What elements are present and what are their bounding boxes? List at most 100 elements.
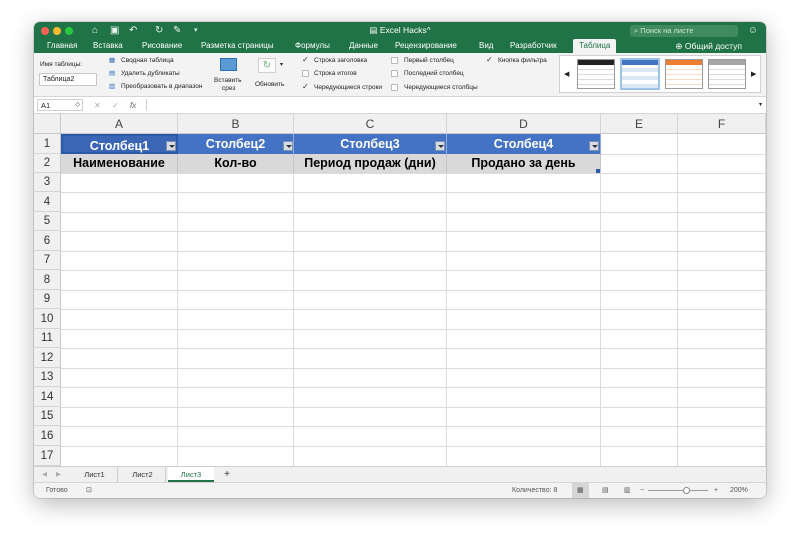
row-header-12[interactable]: 12 xyxy=(34,348,61,368)
tab-developer[interactable]: Разработчик xyxy=(510,39,557,53)
sheet-next-icon[interactable]: ▶ xyxy=(56,470,61,479)
row-header-15[interactable]: 15 xyxy=(34,407,61,426)
cell-c2[interactable]: Период продаж (дни) xyxy=(294,154,447,173)
table-resize-handle[interactable] xyxy=(596,169,600,173)
first-column-checkbox[interactable] xyxy=(391,57,398,64)
banded-columns-option[interactable]: Чередующиеся столбцы xyxy=(404,83,478,92)
cell-d2[interactable]: Продано за день xyxy=(447,154,601,173)
row-header-9[interactable]: 9 xyxy=(34,290,61,309)
table-name-input[interactable]: Таблица2 xyxy=(39,73,97,86)
status-count: Количество: 8 xyxy=(512,487,558,494)
row-header-10[interactable]: 10 xyxy=(34,309,61,329)
row-header-13[interactable]: 13 xyxy=(34,368,61,387)
first-column-option[interactable]: Первый столбец xyxy=(404,56,454,65)
row-header-8[interactable]: 8 xyxy=(34,270,61,290)
banded-rows-option[interactable]: Чередующиеся строки xyxy=(314,83,382,92)
row-header-11[interactable]: 11 xyxy=(34,329,61,348)
cell-a1-header[interactable]: Столбец1 xyxy=(61,134,178,154)
table-style-orange[interactable] xyxy=(665,59,703,89)
column-header-a[interactable]: A xyxy=(61,114,178,134)
banded-columns-checkbox[interactable] xyxy=(391,84,398,91)
filter-dropdown-b-icon[interactable] xyxy=(283,141,293,151)
sheet-tab-1[interactable]: Лист1 xyxy=(72,467,118,482)
share-button[interactable]: ⊕ Общий доступ xyxy=(675,39,742,53)
refresh-dropdown-icon[interactable]: ▾ xyxy=(280,61,283,70)
filter-button-option[interactable]: Кнопка фильтра xyxy=(498,56,547,65)
sheet-prev-icon[interactable]: ◀ xyxy=(42,470,47,479)
macro-recording-icon[interactable]: ⊡ xyxy=(86,483,92,498)
name-box-dropdown-icon[interactable]: ◇ xyxy=(75,100,80,111)
zoom-level[interactable]: 200% xyxy=(730,483,748,498)
column-header-d[interactable]: D xyxy=(447,114,601,134)
cell-b1-header[interactable]: Столбец2 xyxy=(178,134,294,154)
row-header-16[interactable]: 16 xyxy=(34,426,61,446)
filter-dropdown-d-icon[interactable] xyxy=(589,141,599,151)
cell-a2[interactable]: Наименование xyxy=(61,154,178,173)
tab-data[interactable]: Данные xyxy=(349,39,378,53)
filter-dropdown-a-icon[interactable] xyxy=(166,141,176,151)
cell-b2[interactable]: Кол-во xyxy=(178,154,294,173)
row-header-14[interactable]: 14 xyxy=(34,387,61,407)
gallery-prev-icon[interactable]: ◀ xyxy=(564,70,569,79)
confirm-icon[interactable]: ✓ xyxy=(112,101,119,110)
page-break-view-button[interactable]: ▥ xyxy=(620,483,635,498)
add-person-icon: ⊕ xyxy=(675,41,685,51)
account-icon[interactable]: ☺ xyxy=(748,24,758,37)
tab-view[interactable]: Вид xyxy=(479,39,493,53)
remove-duplicates-button[interactable]: Удалить дубликаты xyxy=(121,69,180,78)
add-sheet-button[interactable]: + xyxy=(220,467,234,482)
header-row-option[interactable]: Строка заголовка xyxy=(314,56,367,65)
cancel-icon[interactable]: ✕ xyxy=(94,101,101,110)
expand-formula-icon[interactable]: ▾ xyxy=(759,101,762,110)
table-style-gray[interactable] xyxy=(708,59,746,89)
tab-page-layout[interactable]: Разметка страницы xyxy=(201,39,274,53)
total-row-checkbox[interactable] xyxy=(302,70,309,77)
filter-dropdown-c-icon[interactable] xyxy=(435,141,445,151)
search-sheet-input[interactable]: ⌕ Поиск на листе xyxy=(630,25,738,37)
column-header-e[interactable]: E xyxy=(601,114,678,134)
table-style-black[interactable] xyxy=(577,59,615,89)
row-header-6[interactable]: 6 xyxy=(34,231,61,251)
row-header-17[interactable]: 17 xyxy=(34,446,61,466)
column-header-f[interactable]: F xyxy=(678,114,766,134)
column-header-c[interactable]: C xyxy=(294,114,447,134)
zoom-out-button[interactable]: − xyxy=(640,483,644,498)
tab-formulas[interactable]: Формулы xyxy=(295,39,330,53)
tab-table[interactable]: Таблица xyxy=(573,39,617,53)
sheet-tab-2[interactable]: Лист2 xyxy=(120,467,166,482)
row-header-3[interactable]: 3 xyxy=(34,173,61,192)
tab-review[interactable]: Рецензирование xyxy=(395,39,457,53)
row-header-2[interactable]: 2 xyxy=(34,154,61,173)
row-header-1[interactable]: 1 xyxy=(34,134,61,154)
spreadsheet-grid[interactable]: A B C D E F 1 2 3 4 5 6 7 8 9 10 11 12 1… xyxy=(34,114,766,466)
cell-c1-header[interactable]: Столбец3 xyxy=(294,134,447,154)
zoom-in-button[interactable]: + xyxy=(714,483,718,498)
row-header-7[interactable]: 7 xyxy=(34,251,61,270)
last-column-option[interactable]: Последний столбец xyxy=(404,69,464,78)
table-style-blue[interactable] xyxy=(620,58,660,90)
column-header-b[interactable]: B xyxy=(178,114,294,134)
page-layout-view-button[interactable]: ▤ xyxy=(598,483,613,498)
refresh-button[interactable]: Обновить xyxy=(255,80,284,89)
cell-d1-header[interactable]: Столбец4 xyxy=(447,134,601,154)
name-box[interactable]: A1 ◇ xyxy=(37,99,83,111)
fx-icon[interactable]: fx xyxy=(130,101,136,110)
total-row-option[interactable]: Строка итогов xyxy=(314,69,357,78)
last-column-checkbox[interactable] xyxy=(391,70,398,77)
gallery-next-icon[interactable]: ▶ xyxy=(751,70,756,79)
tab-insert[interactable]: Вставка xyxy=(93,39,123,53)
select-all-corner[interactable] xyxy=(34,114,61,134)
tab-draw[interactable]: Рисование xyxy=(142,39,182,53)
zoom-slider[interactable] xyxy=(648,487,708,494)
sheet-tab-3[interactable]: Лист3 xyxy=(168,467,214,482)
formula-input[interactable] xyxy=(146,99,758,111)
insert-slicer-button-line2[interactable]: срез xyxy=(222,84,235,93)
row-header-5[interactable]: 5 xyxy=(34,212,61,231)
tab-home[interactable]: Главная xyxy=(47,39,77,53)
convert-to-range-button[interactable]: Преобразовать в диапазон xyxy=(121,82,202,91)
zoom-slider-thumb[interactable] xyxy=(683,487,690,494)
normal-view-button[interactable]: ▦ xyxy=(572,483,589,498)
row-header-4[interactable]: 4 xyxy=(34,192,61,212)
document-icon: ▤ xyxy=(369,25,380,35)
pivot-table-button[interactable]: Сводная таблица xyxy=(121,56,174,65)
